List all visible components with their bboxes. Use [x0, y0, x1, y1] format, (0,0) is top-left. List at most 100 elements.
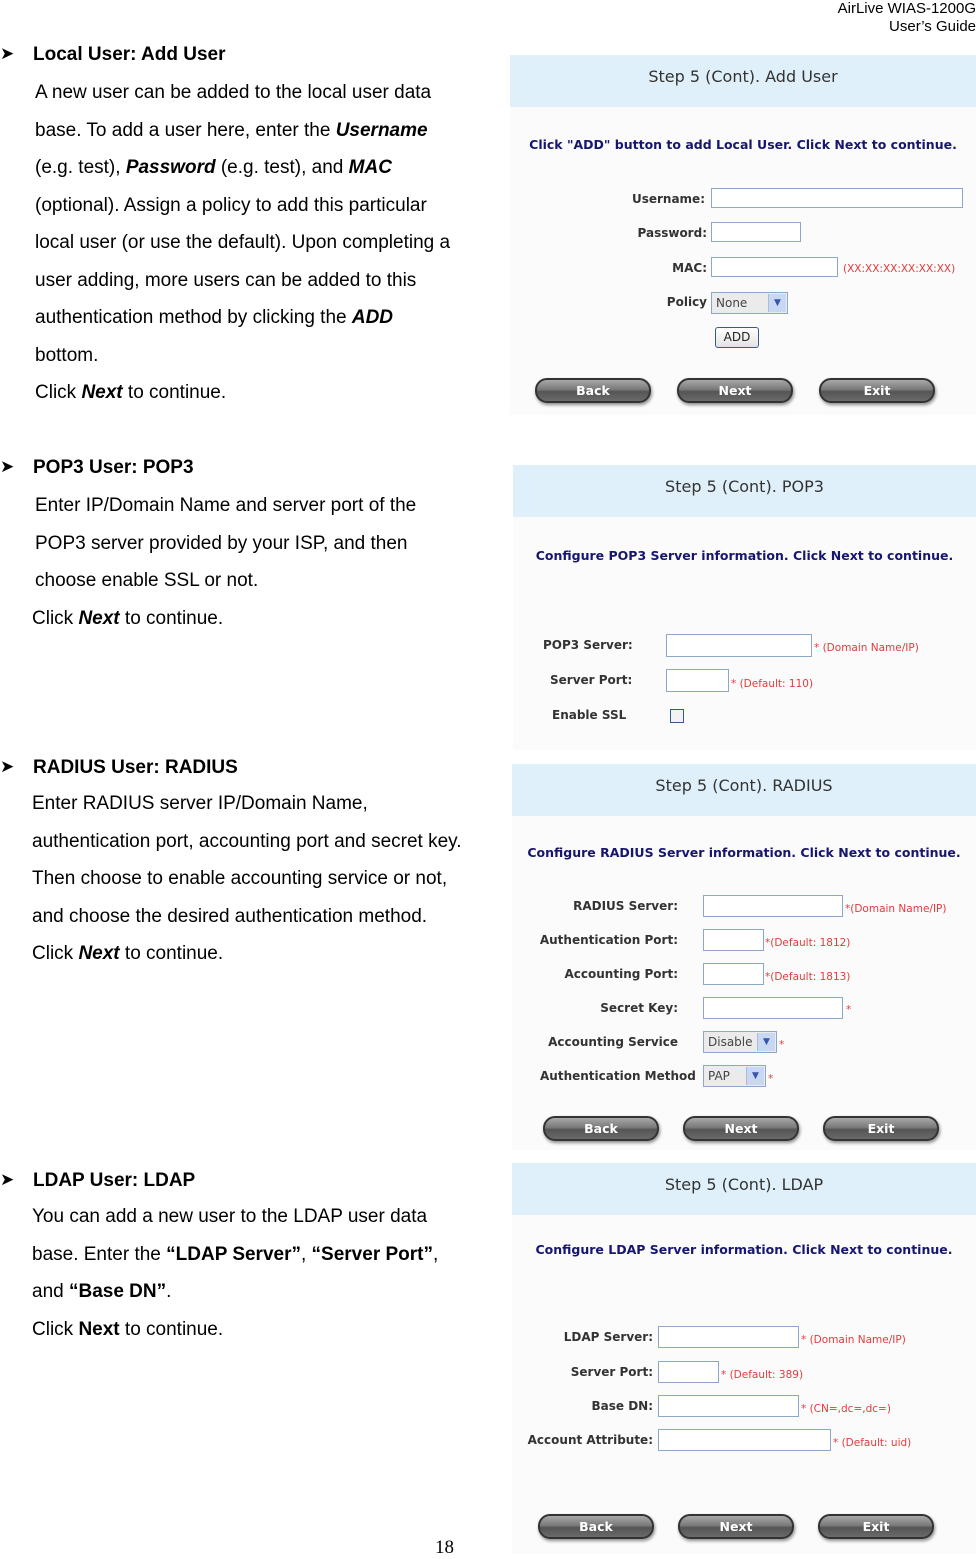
- text: You can add a new user to the LDAP user …: [32, 1206, 428, 1227]
- emphasis: Password: [125, 157, 216, 178]
- exit-button[interactable]: Exit: [818, 1514, 934, 1539]
- exit-button[interactable]: Exit: [819, 378, 935, 403]
- back-button[interactable]: Back: [543, 1116, 659, 1141]
- ldap-server-label: LDAP Server:: [563, 1330, 653, 1344]
- text-line: local user (or use the default). Upon co…: [35, 224, 450, 262]
- text-line: A new user can be added to the local use…: [35, 74, 450, 112]
- screenshot-add-user: Step 5 (Cont). Add User Click "ADD" butt…: [510, 55, 976, 415]
- text-line: POP3 server provided by your ISP, and th…: [35, 525, 416, 563]
- radius-server-input[interactable]: [703, 895, 843, 917]
- emphasis: “Base DN”: [68, 1281, 167, 1302]
- acct-service-hint: *: [779, 1039, 785, 1051]
- ldap-port-input[interactable]: [658, 1361, 719, 1383]
- panel-instruction: Configure LDAP Server information. Click…: [535, 1242, 953, 1257]
- account-attr-label: Account Attribute:: [527, 1433, 653, 1447]
- screenshot-ldap: Step 5 (Cont). LDAP Configure LDAP Serve…: [512, 1163, 976, 1554]
- username-label: Username:: [631, 192, 705, 206]
- text: user adding, more users can be added to …: [35, 269, 417, 291]
- text: to continue.: [119, 607, 224, 629]
- text: Click: [32, 943, 79, 964]
- secret-key-input[interactable]: [703, 997, 843, 1019]
- exit-button[interactable]: Exit: [823, 1116, 939, 1141]
- emphasis: Next: [78, 943, 120, 964]
- back-button[interactable]: Back: [535, 378, 651, 403]
- panel-title: Step 5 (Cont). LDAP: [512, 1163, 976, 1215]
- back-button[interactable]: Back: [538, 1514, 654, 1539]
- text-line: user adding, more users can be added to …: [35, 262, 450, 300]
- acct-port-input[interactable]: [703, 963, 764, 985]
- chevron-down-icon: ▼: [757, 1033, 775, 1051]
- username-input[interactable]: [711, 188, 963, 208]
- text: A new user can be added to the local use…: [35, 82, 432, 103]
- emphasis: Username: [335, 119, 428, 141]
- text: authentication method by clicking the: [35, 307, 352, 328]
- panel-title: Step 5 (Cont). POP3: [513, 465, 976, 517]
- text: (optional). Assign a policy to add this …: [35, 194, 427, 216]
- add-button[interactable]: ADD: [715, 327, 759, 348]
- acct-port-label: Accounting Port:: [564, 967, 679, 981]
- section-body: Enter IP/Domain Name and server port of …: [32, 487, 416, 637]
- text-line: authentication method by clicking the AD…: [35, 299, 450, 337]
- text: local user (or use the default). Upon co…: [35, 232, 451, 253]
- auth-method-select[interactable]: PAP ▼: [703, 1065, 766, 1087]
- password-label: Password:: [637, 226, 708, 240]
- section-title: LDAP User: LDAP: [33, 1170, 196, 1191]
- text-line: base. To add a user here, enter the User…: [35, 112, 450, 150]
- emphasis: “Server Port”: [311, 1243, 433, 1265]
- base-dn-label: Base DN:: [591, 1399, 653, 1413]
- product-name: AirLive WIAS-1200G: [837, 0, 976, 17]
- chevron-down-icon: ▼: [768, 294, 786, 312]
- arrowhead-bullet-icon: ➤: [0, 757, 15, 776]
- text-line: authentication port, accounting port and…: [32, 823, 462, 861]
- arrowhead-bullet-icon: ➤: [0, 457, 15, 476]
- text: to continue.: [119, 943, 224, 964]
- text: Click: [32, 1318, 79, 1340]
- text-line: choose enable SSL or not.: [35, 562, 416, 600]
- text: POP3 server provided by your ISP, and th…: [35, 532, 408, 554]
- server-port-label: Server Port:: [550, 673, 633, 687]
- text: Enter RADIUS server IP/Domain Name,: [32, 793, 368, 814]
- account-attr-input[interactable]: [658, 1429, 831, 1451]
- screenshot-radius: Step 5 (Cont). RADIUS Configure RADIUS S…: [512, 764, 976, 1150]
- acct-service-select[interactable]: Disable ▼: [703, 1031, 777, 1053]
- policy-select[interactable]: None ▼: [711, 292, 788, 314]
- acct-port-hint: *(Default: 1813): [765, 971, 851, 983]
- page-header: AirLive WIAS-1200G User’s Guide: [838, 0, 976, 36]
- text-line: (optional). Assign a policy to add this …: [35, 187, 450, 225]
- next-button[interactable]: Next: [678, 1514, 794, 1539]
- text-line: Then choose to enable accounting service…: [32, 860, 462, 898]
- text-line: Click Next to continue.: [35, 374, 450, 412]
- ldap-server-input[interactable]: [658, 1326, 799, 1348]
- panel-title: Step 5 (Cont). RADIUS: [512, 764, 976, 816]
- next-button[interactable]: Next: [677, 378, 793, 403]
- text: (e.g. test), and: [215, 157, 349, 178]
- auth-port-hint: *(Default: 1812): [765, 937, 851, 949]
- server-port-input[interactable]: [666, 669, 729, 692]
- text: Click: [35, 382, 82, 403]
- pop3-server-input[interactable]: [666, 634, 812, 657]
- panel-title: Step 5 (Cont). Add User: [510, 55, 976, 107]
- next-button[interactable]: Next: [683, 1116, 799, 1141]
- text: to continue.: [119, 1318, 224, 1340]
- text-line: Enter IP/Domain Name and server port of …: [35, 487, 416, 525]
- auth-port-input[interactable]: [703, 929, 764, 951]
- section-title: Local User: Add User: [33, 44, 226, 65]
- auth-method-hint: *: [768, 1073, 774, 1085]
- text: ,: [433, 1243, 439, 1265]
- password-input[interactable]: [711, 222, 801, 242]
- mac-label: MAC:: [672, 261, 707, 275]
- acct-service-selected: Disable: [708, 1035, 753, 1049]
- text-line: Click Next to continue.: [32, 935, 462, 973]
- enable-ssl-checkbox[interactable]: [670, 709, 684, 723]
- emphasis: MAC: [348, 157, 392, 178]
- text: choose enable SSL or not.: [35, 570, 259, 591]
- account-attr-hint: * (Default: uid): [833, 1437, 912, 1449]
- text: base. To add a user here, enter the: [35, 119, 336, 141]
- mac-input[interactable]: [711, 257, 838, 277]
- base-dn-input[interactable]: [658, 1395, 799, 1417]
- text-line: (e.g. test), Password (e.g. test), and M…: [35, 149, 450, 187]
- screenshot-pop3: Step 5 (Cont). POP3 Configure POP3 Serve…: [513, 465, 976, 750]
- emphasis: Next: [81, 382, 123, 403]
- auth-method-selected: PAP: [708, 1069, 730, 1083]
- mac-format-hint: (XX:XX:XX:XX:XX:XX): [843, 263, 956, 275]
